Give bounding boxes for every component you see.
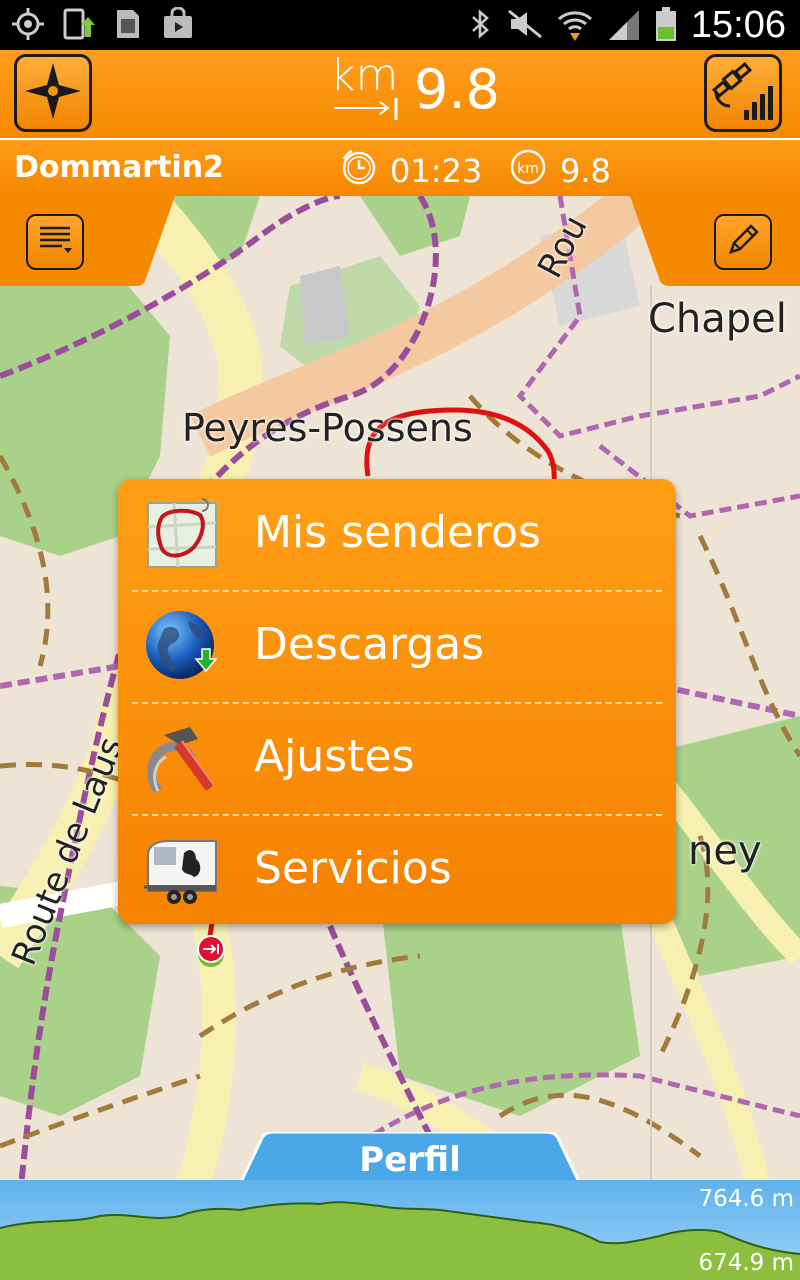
mute-icon — [507, 9, 543, 43]
profile-tab-label: Perfil — [359, 1140, 461, 1180]
route-distance: km 9.8 — [508, 147, 611, 195]
gps-icon — [10, 6, 46, 42]
total-distance: km 9.8 — [330, 54, 500, 122]
gps-signal-button[interactable] — [704, 54, 782, 132]
main-menu-popup: Mis senderos Descargas Ajustes Servicios — [118, 479, 676, 924]
min-altitude: 674.9 m — [698, 1250, 794, 1276]
menu-item-servicios[interactable]: Servicios — [118, 815, 676, 926]
list-icon — [36, 222, 74, 262]
phone-upload-icon — [60, 6, 96, 42]
compass-icon — [23, 61, 83, 125]
route-name: Dommartin2 — [14, 150, 224, 185]
status-clock: 15:06 — [690, 4, 786, 46]
menu-item-label: Mis senderos — [254, 507, 541, 558]
trail-map-icon — [144, 497, 220, 573]
globe-download-icon — [144, 609, 220, 685]
horse-trailer-icon — [144, 833, 220, 909]
shop-bag-icon — [160, 6, 196, 42]
menu-item-mis-senderos[interactable]: Mis senderos — [118, 479, 676, 590]
battery-icon — [655, 6, 677, 45]
menu-item-descargas[interactable]: Descargas — [118, 591, 676, 702]
elapsed-time: 01:23 — [340, 147, 482, 195]
satellite-signal-icon — [710, 58, 776, 128]
route-distance-value: 9.8 — [560, 152, 611, 190]
right-tab — [630, 196, 800, 286]
menu-item-label: Descargas — [254, 619, 485, 670]
edit-button[interactable] — [714, 214, 772, 270]
menu-item-label: Ajustes — [254, 731, 415, 782]
map-label-ney: ney — [688, 828, 762, 874]
track-end-icon — [194, 935, 228, 972]
pencil-icon — [725, 222, 761, 262]
wifi-icon — [557, 7, 593, 45]
signal-icon — [607, 8, 641, 44]
clock-icon — [340, 147, 378, 195]
menu-item-label: Servicios — [254, 843, 452, 894]
compass-button[interactable] — [14, 54, 92, 132]
distance-unit: km — [330, 54, 400, 122]
map-label-chapel: Chapel — [648, 296, 787, 342]
sd-card-icon — [110, 6, 146, 42]
hammer-horseshoe-icon — [144, 721, 220, 797]
top-bar: km 9.8 — [0, 50, 800, 140]
elevation-profile[interactable]: 764.6 m 674.9 m — [0, 1180, 800, 1280]
left-tab — [0, 196, 175, 286]
status-bar: 15:06 — [0, 0, 800, 50]
km-counter-icon: km — [508, 147, 548, 195]
distance-value: 9.8 — [414, 57, 500, 121]
list-menu-button[interactable] — [26, 214, 84, 270]
menu-item-ajustes[interactable]: Ajustes — [118, 703, 676, 814]
route-info-bar: Dommartin2 01:23 km 9.8 — [0, 140, 800, 197]
map-label-peyres-possens: Peyres-Possens — [182, 406, 473, 450]
profile-tab[interactable]: Perfil — [240, 1132, 580, 1184]
svg-text:km: km — [517, 161, 539, 177]
elapsed-time-value: 01:23 — [390, 152, 483, 190]
bluetooth-icon — [469, 8, 493, 44]
max-altitude: 764.6 m — [698, 1186, 794, 1212]
track-end-marker[interactable] — [194, 934, 228, 972]
